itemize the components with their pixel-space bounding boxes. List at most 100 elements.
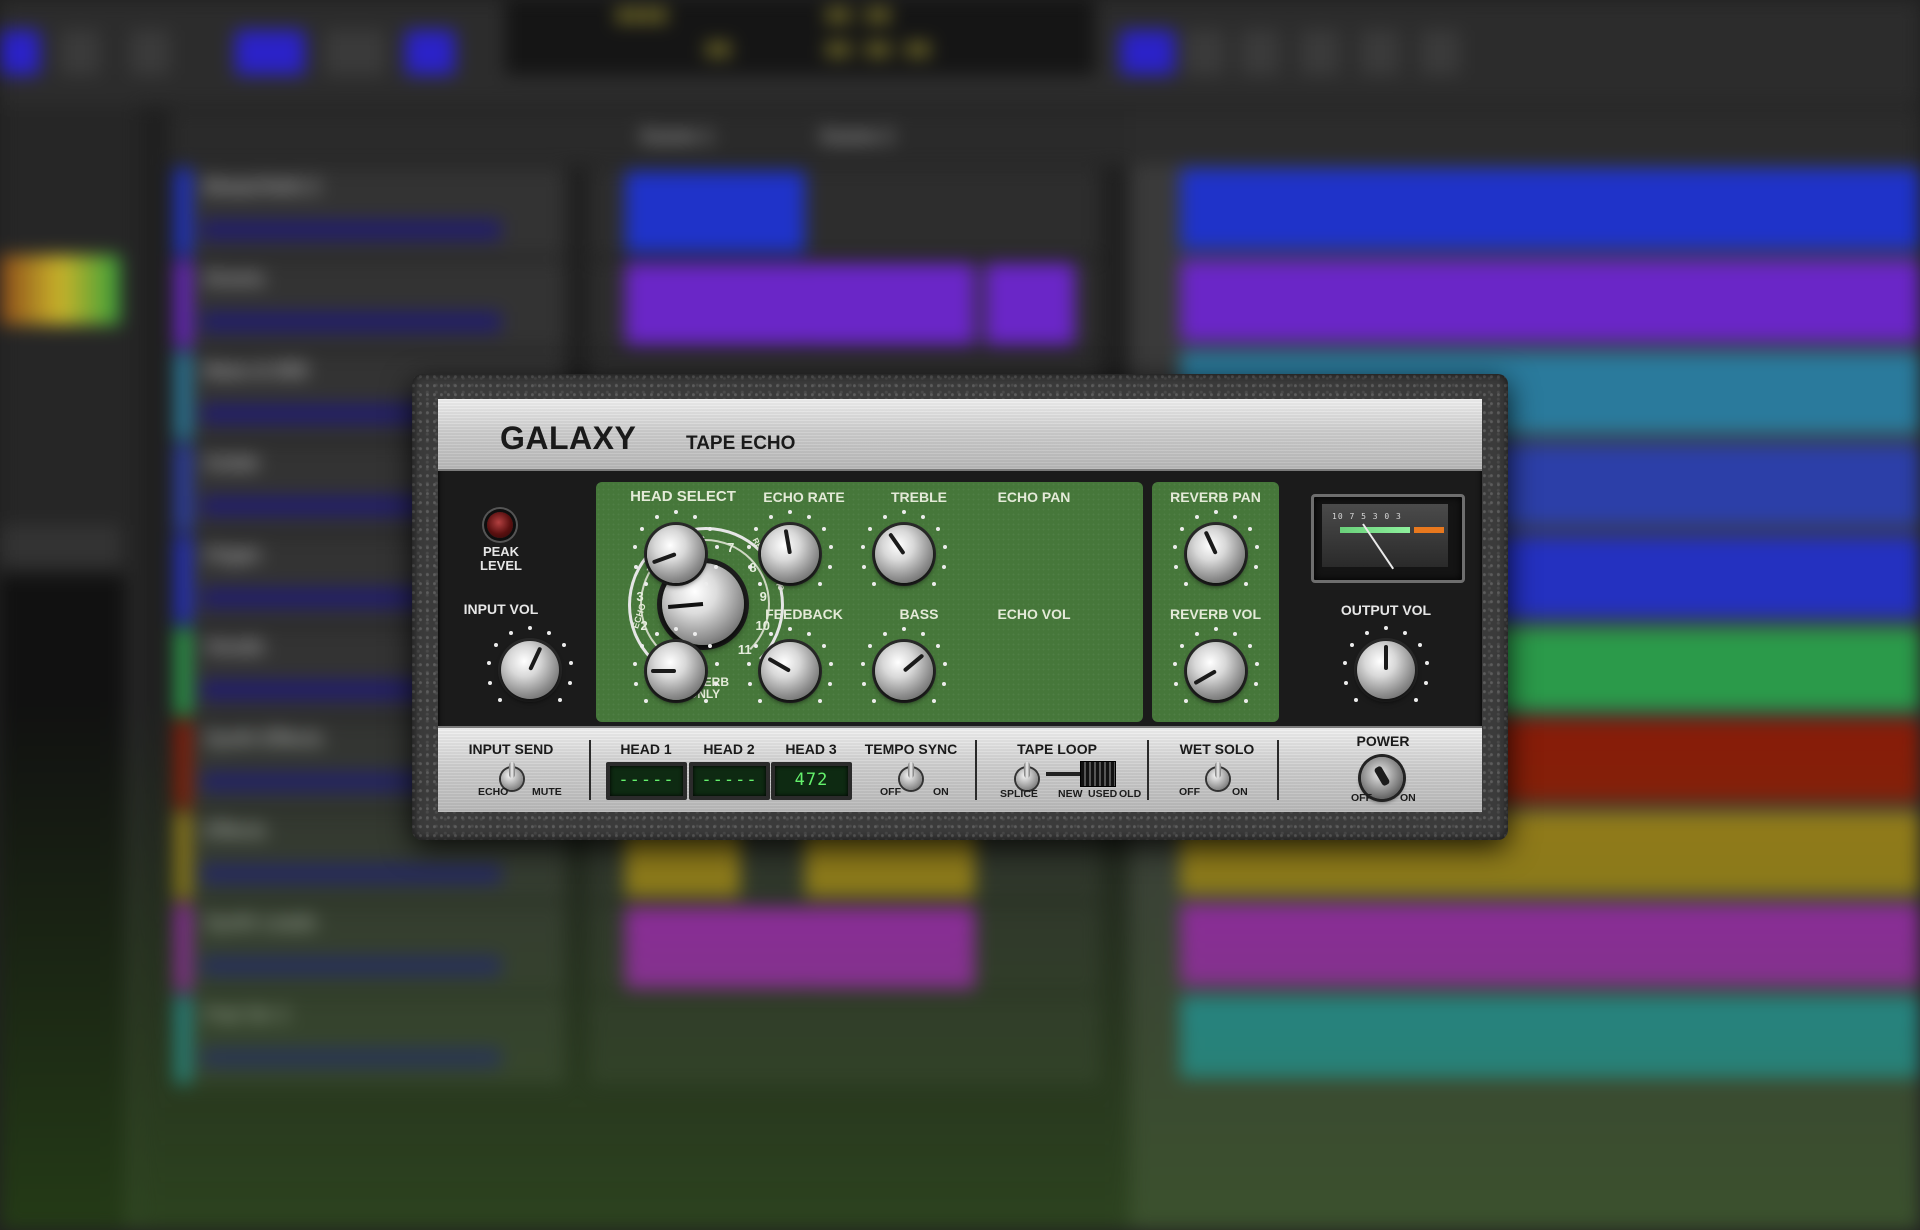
head2-label: HEAD 2 [703,741,755,757]
power-label: POWER [1356,733,1410,749]
input-vol-knob[interactable] [501,641,559,699]
echo-rate-label: ECHO RATE [763,489,845,505]
tempo-sync-on: ON [933,786,949,798]
input-send-label: INPUT SEND [468,741,554,757]
head-select-position: 7 [727,540,735,556]
peak-label-line: PEAK [482,544,520,559]
toolbar-button[interactable] [235,30,305,75]
head2-value: ----- [701,770,758,790]
toolbar-button[interactable] [1120,30,1175,75]
tape-new: NEW [1058,788,1083,800]
peak-level-label: PEAK LEVEL [468,545,534,573]
toolbar-button[interactable] [60,30,100,75]
head2-display: ----- [689,762,770,800]
echo-vol-knob[interactable] [875,642,933,700]
head1-display: ----- [606,762,687,800]
tape-splice-toggle[interactable] [1016,762,1038,790]
toolbar-button[interactable] [325,30,385,75]
feedback-knob[interactable] [647,642,705,700]
echo-pan-knob[interactable] [875,525,933,583]
arrangement-region[interactable] [1180,260,1920,342]
input-send-mute: MUTE [532,786,562,798]
tape-loop-slider-thumb[interactable] [1080,761,1116,787]
faceplate: GALAXY TAPE ECHO PEAK LEVEL INPUT VOL HE… [438,399,1482,812]
input-send-echo: ECHO [478,786,509,798]
toolbar-button[interactable] [1240,30,1280,75]
wet-solo-label: WET SOLO [1179,741,1255,757]
toolbar-button[interactable] [1360,30,1400,75]
wet-solo-on: ON [1232,786,1248,798]
input-vol-label: INPUT VOL [463,601,539,617]
track-name: Vocals [205,636,264,658]
output-vol-knob[interactable] [1357,641,1415,699]
track-header[interactable]: Brass/Verb 2 [175,168,565,258]
peak-level-led [487,512,513,538]
color-pads [0,255,120,325]
reverb-pan-knob[interactable] [1187,525,1245,583]
toolbar-button[interactable] [1300,30,1340,75]
toolbar-button[interactable] [0,30,40,75]
peak-label-line: LEVEL [480,558,522,573]
track-name: Bass & 808 [205,360,308,382]
output-vol-label: OUTPUT VOL [1340,602,1432,618]
scene-label[interactable]: Scene 2 [820,126,893,149]
track-color [175,444,191,532]
track-name: Brass/Verb 2 [205,176,320,198]
treble-knob[interactable] [761,525,819,583]
clip[interactable] [625,171,805,253]
head1-label: HEAD 1 [620,741,672,757]
tempo-sync-toggle[interactable] [900,762,922,790]
head-select-position: 3 [636,588,644,604]
tempo-sync-label: TEMPO SYNC [864,741,958,757]
track-name: Guitar [205,452,260,474]
track-color [175,536,191,624]
arrangement-region[interactable] [1180,168,1920,250]
tape-splice: SPLICE [1000,788,1038,800]
transport-display: ▮▮▮▮ ▮▮ ▮▮ ▮▮ ▮▮ ▮▮ ▮▮ [505,0,1095,75]
power-off: OFF [1351,792,1372,804]
tape-loop-label: TAPE LOOP [1017,741,1097,757]
plugin-model: TAPE ECHO [686,433,796,454]
vu-scale: 10 7 5 3 0 3 [1332,512,1402,521]
echo-vol-label: ECHO VOL [997,606,1071,622]
reverb-pan-label: REVERB PAN [1170,489,1261,505]
wet-solo-off: OFF [1179,786,1200,798]
echo-rate-knob[interactable] [647,525,705,583]
head-select-label: HEAD SELECT [630,488,736,505]
clip[interactable] [805,263,975,345]
vu-meter: 10 7 5 3 0 3 [1311,494,1465,583]
track-meter [201,220,501,240]
echo-pan-label: ECHO PAN [997,489,1071,505]
track-header[interactable]: Drums [175,260,565,350]
daw-toolbar: ▮▮▮▮ ▮▮ ▮▮ ▮▮ ▮▮ ▮▮ ▮▮ [0,0,1920,105]
head-select-position: 2 [640,618,648,634]
toolbar-button[interactable] [405,30,455,75]
head3-display: 472 [771,762,852,800]
clip-slot-row[interactable] [590,168,1100,258]
scene-label[interactable]: Scene 1 [640,126,713,149]
treble-label: TREBLE [891,489,947,505]
tempo-sync-off: OFF [880,786,901,798]
reverb-vol-label: REVERB VOL [1169,606,1261,622]
toolbar-button[interactable] [1185,30,1225,75]
toolbar-button[interactable] [1420,30,1460,75]
toolbar-button[interactable] [130,30,170,75]
reverb-vol-knob[interactable] [1187,642,1245,700]
tape-old: OLD [1119,788,1142,800]
bass-label: BASS [899,606,939,622]
timeline-ruler[interactable] [1130,110,1920,165]
track-color [175,260,191,348]
bottom-control-strip: INPUT SEND ECHO MUTE HEAD 1 ----- HEAD 2… [438,726,1482,812]
clip-slot-row[interactable] [590,260,1100,350]
plugin-brand: GALAXY [500,420,637,456]
track-name: Organ [205,544,261,566]
clip[interactable] [625,263,805,345]
head3-label: HEAD 3 [785,741,837,757]
head3-value: 472 [794,770,829,790]
bass-knob[interactable] [761,642,819,700]
title-strip: GALAXY TAPE ECHO [438,399,1482,471]
head1-value: ----- [618,770,675,790]
clip[interactable] [985,263,1075,345]
track-name: Drums [205,268,264,290]
wet-solo-toggle[interactable] [1207,762,1229,790]
